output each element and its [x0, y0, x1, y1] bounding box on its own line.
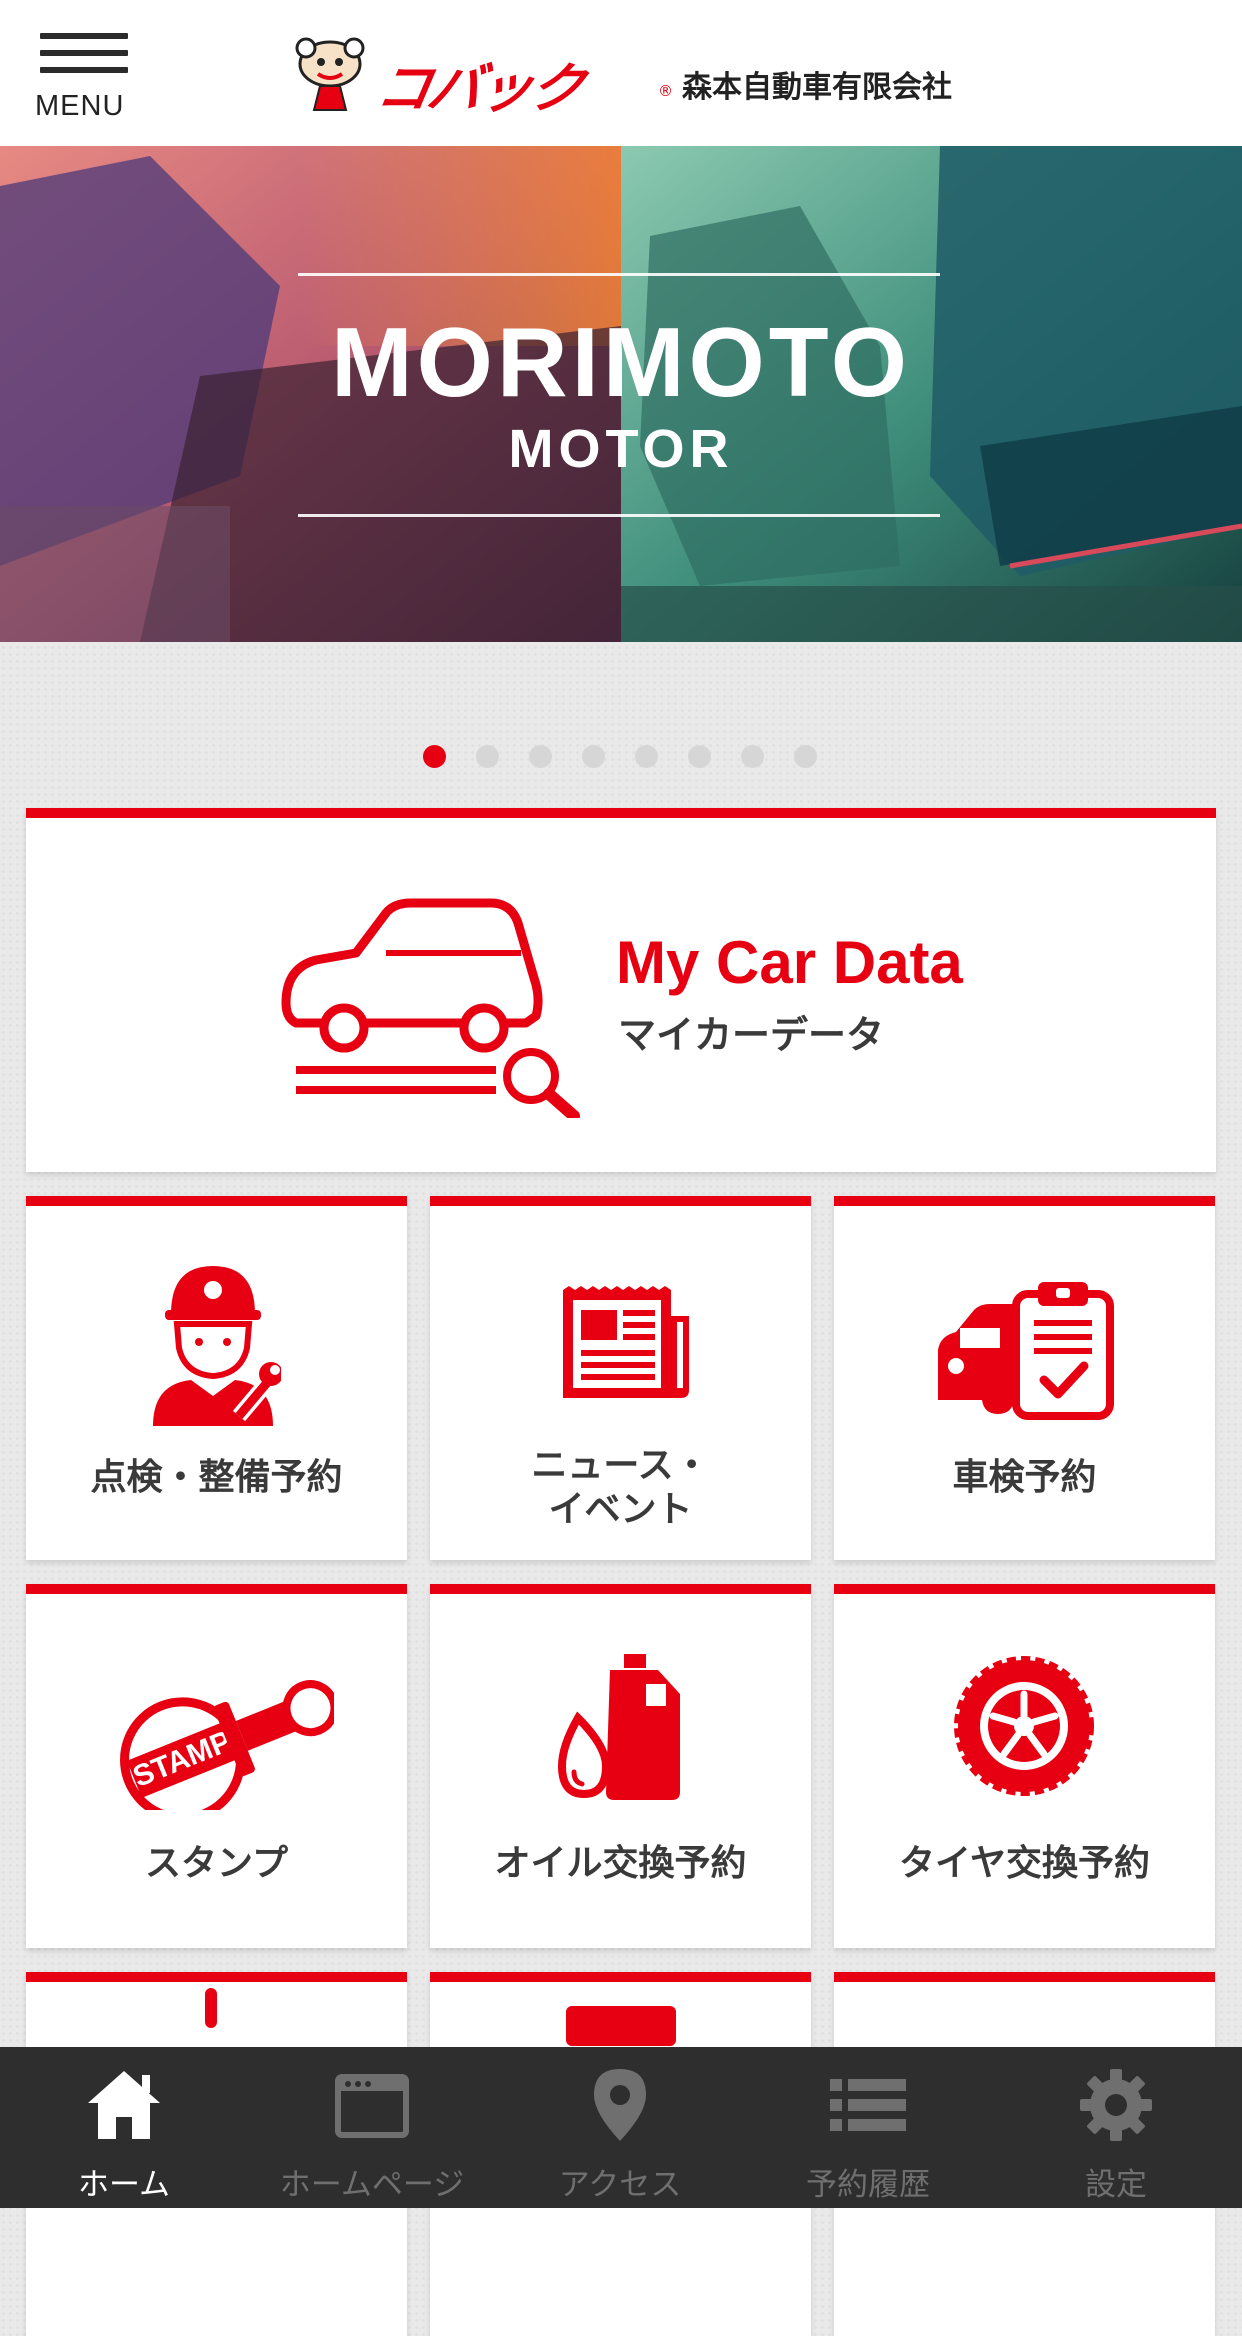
- tab-home[interactable]: ホーム: [0, 2047, 248, 2208]
- mechanic-icon: [153, 1266, 281, 1426]
- carousel-pagination: [0, 745, 1242, 769]
- brand-logo: コバック ® 森本自動車有限会社: [290, 36, 990, 120]
- menu-label: MENU: [35, 90, 125, 122]
- tab-homepage[interactable]: ホームページ: [248, 2047, 496, 2208]
- inspection-clipboard-icon: [938, 1282, 1114, 1420]
- gear-icon: [1080, 2069, 1152, 2141]
- hero-title: MORIMOTO: [330, 307, 912, 417]
- hamburger-icon-bar: [40, 50, 128, 56]
- list-icon: [830, 2079, 906, 2131]
- tile-label: スタンプ: [145, 1843, 288, 1884]
- company-name: 森本自動車有限会社: [682, 70, 952, 105]
- menu-button[interactable]: MENU: [30, 30, 140, 130]
- tile-label: タイヤ交換予約: [899, 1843, 1150, 1884]
- news-events-tile[interactable]: ニュース・ イベント: [430, 1196, 811, 1560]
- hamburger-icon: [40, 33, 128, 39]
- newspaper-icon: [563, 1286, 689, 1398]
- shaken-reservation-tile[interactable]: 車検予約: [834, 1196, 1215, 1560]
- oil-can-icon: [557, 1654, 680, 1800]
- stamp-tile[interactable]: STAMP スタンプ: [26, 1584, 407, 1948]
- brand-name: コバック: [371, 57, 587, 120]
- hero-divider-bottom: [298, 514, 940, 517]
- my-car-data-tile[interactable]: My Car Data マイカーデータ: [26, 808, 1216, 1172]
- tile-label: ニュース・ イベント: [531, 1445, 710, 1530]
- browser-icon: [335, 2074, 409, 2138]
- tire-icon: [954, 1656, 1094, 1796]
- home-icon: [88, 2071, 160, 2139]
- tile-label: オイル交換予約: [494, 1843, 747, 1884]
- pagination-dot[interactable]: [529, 745, 552, 768]
- my-car-data-subtitle: マイカーデータ: [618, 1013, 885, 1057]
- tab-settings[interactable]: 設定: [992, 2047, 1240, 2208]
- tab-label: ホーム: [77, 2167, 171, 2203]
- map-pin-icon: [594, 2069, 646, 2141]
- pagination-dot[interactable]: [688, 745, 711, 768]
- hero-banner[interactable]: MORIMOTO MOTOR: [0, 146, 1242, 642]
- mascot-icon: [295, 37, 365, 111]
- tab-label: ホームページ: [279, 2167, 465, 2203]
- thermometer-icon: [205, 1988, 217, 2028]
- car-search-icon: [281, 898, 580, 1118]
- tab-access[interactable]: アクセス: [496, 2047, 744, 2208]
- hero-subtitle: MOTOR: [508, 419, 734, 479]
- stamp-icon: STAMP: [120, 1680, 334, 1810]
- tile-label: 点検・整備予約: [90, 1457, 343, 1498]
- tab-label: 設定: [1085, 2167, 1147, 2203]
- pagination-dot[interactable]: [635, 745, 658, 768]
- pagination-dot[interactable]: [794, 745, 817, 768]
- pagination-dot[interactable]: [423, 745, 446, 768]
- hamburger-icon-bar: [40, 67, 128, 73]
- app-header: MENU コバック ® 森本自動車有限会社: [0, 0, 1242, 146]
- maintenance-reservation-tile[interactable]: 点検・整備予約: [26, 1196, 407, 1560]
- tab-reservation-history[interactable]: 予約履歴: [744, 2047, 992, 2208]
- tab-label: アクセス: [558, 2167, 682, 2203]
- oil-change-reservation-tile[interactable]: オイル交換予約: [430, 1584, 811, 1948]
- pagination-dot[interactable]: [741, 745, 764, 768]
- tile-label: 車検予約: [952, 1457, 1097, 1498]
- pagination-dot[interactable]: [476, 745, 499, 768]
- tile-icon: [566, 2006, 676, 2046]
- pagination-dot[interactable]: [582, 745, 605, 768]
- tire-change-reservation-tile[interactable]: タイヤ交換予約: [834, 1584, 1215, 1948]
- tab-label: 予約履歴: [806, 2167, 930, 2203]
- bottom-tab-bar: ホーム ホームページ アクセス 予約履歴 設定: [0, 2047, 1242, 2208]
- registered-mark: ®: [658, 82, 673, 100]
- hero-divider-top: [298, 273, 940, 276]
- my-car-data-title: My Car Data: [616, 929, 963, 996]
